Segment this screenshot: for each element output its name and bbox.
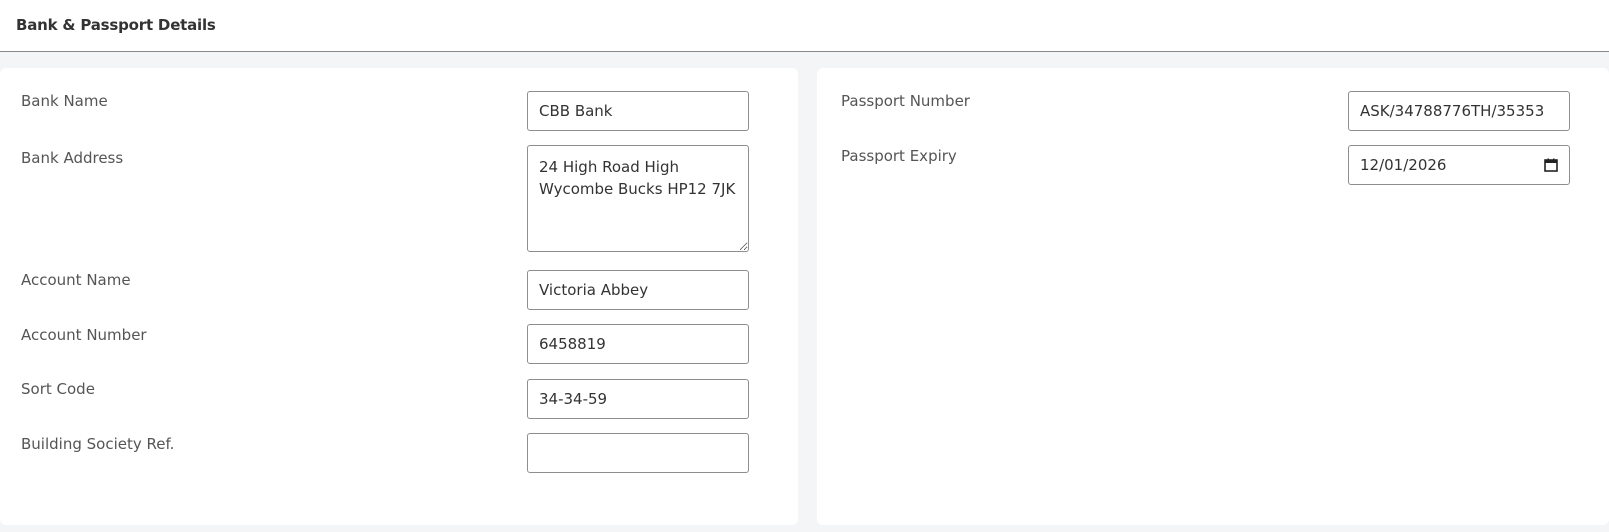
sort-code-label: Sort Code — [21, 380, 95, 398]
account-number-label: Account Number — [21, 326, 147, 344]
bank-name-label: Bank Name — [21, 92, 108, 110]
account-name-input[interactable]: Victoria Abbey — [527, 270, 749, 310]
bank-address-textarea[interactable] — [527, 145, 749, 252]
calendar-icon[interactable] — [1544, 158, 1558, 172]
section-header: Bank & Passport Details — [0, 0, 1609, 52]
building-society-ref-input[interactable] — [527, 433, 749, 473]
bank-name-input[interactable]: CBB Bank — [527, 91, 749, 131]
passport-number-label: Passport Number — [841, 92, 970, 110]
page-title: Bank & Passport Details — [16, 16, 216, 34]
passport-expiry-date-input[interactable]: 12/01/2026 — [1348, 145, 1570, 185]
building-society-ref-label: Building Society Ref. — [21, 435, 175, 453]
account-number-input[interactable]: 6458819 — [527, 324, 749, 364]
passport-details-panel: Passport Number ASK/34788776TH/35353 Pas… — [817, 68, 1609, 525]
sort-code-input[interactable]: 34-34-59 — [527, 379, 749, 419]
passport-number-input[interactable]: ASK/34788776TH/35353 — [1348, 91, 1570, 131]
account-name-label: Account Name — [21, 271, 131, 289]
bank-details-panel: Bank Name CBB Bank Bank Address Account … — [0, 68, 798, 525]
passport-expiry-value: 12/01/2026 — [1360, 156, 1447, 174]
passport-expiry-label: Passport Expiry — [841, 147, 957, 165]
bank-address-label: Bank Address — [21, 149, 124, 167]
